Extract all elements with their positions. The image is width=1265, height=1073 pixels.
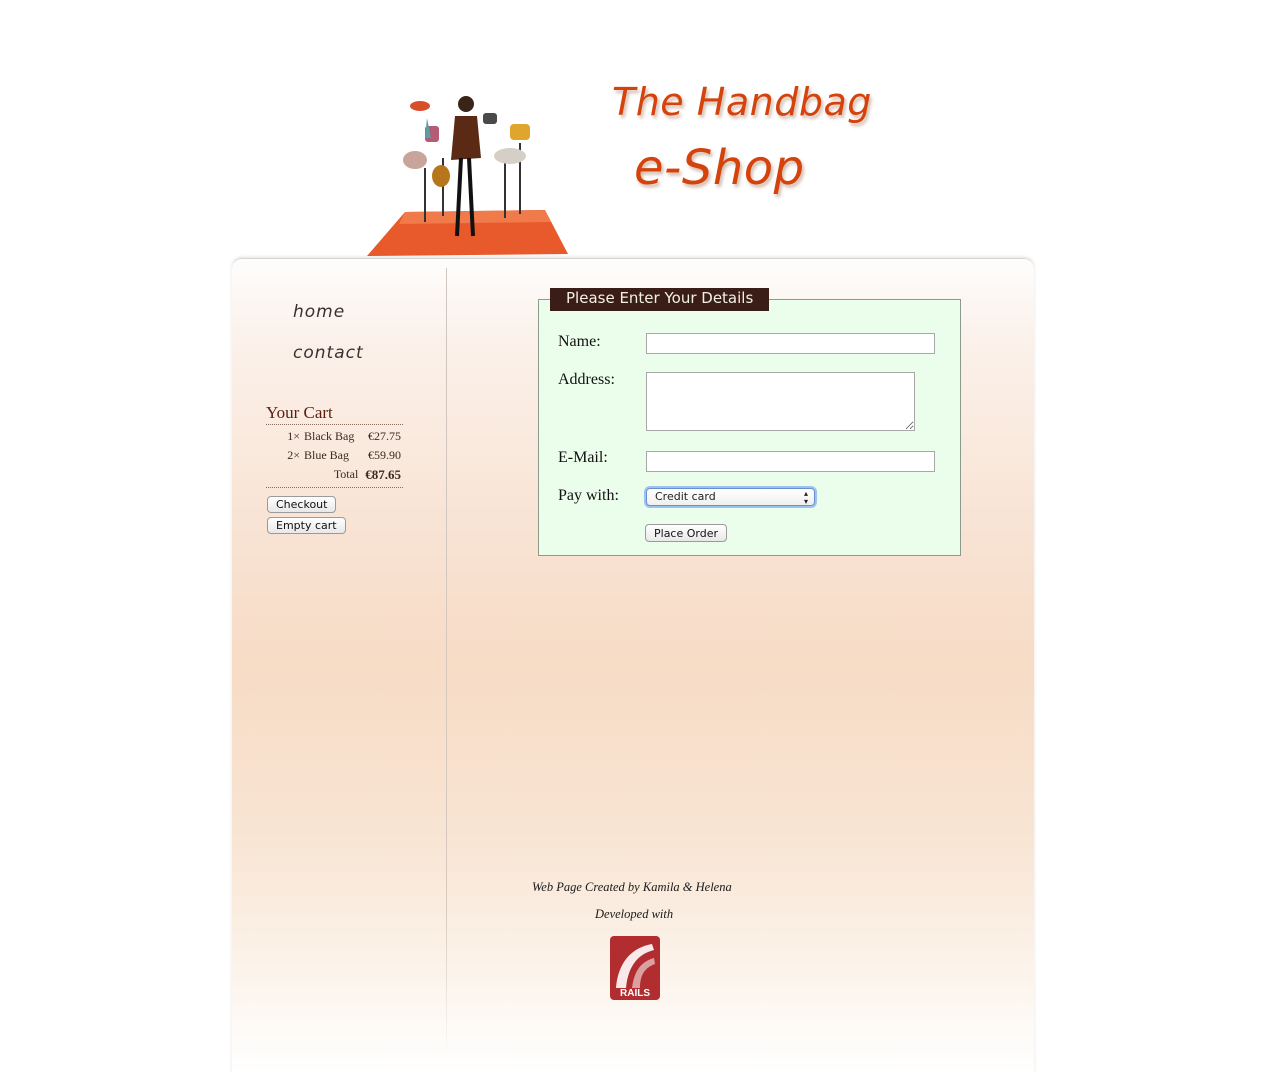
handbag-shop-illustration <box>367 96 568 256</box>
shop-title-line-1: The Handbag <box>612 80 872 124</box>
address-label: Address: <box>558 371 615 388</box>
cart-item-price: €59.90 <box>368 448 401 462</box>
footer-credit: Web Page Created by Kamila & Helena <box>532 880 732 894</box>
cart-bottom-rule <box>266 484 403 488</box>
empty-cart-button[interactable]: Empty cart <box>267 517 346 534</box>
cart-item-name: Blue Bag <box>304 448 349 462</box>
checkout-button[interactable]: Checkout <box>267 496 337 513</box>
rails-logo-text: RAILS <box>620 988 650 999</box>
cart-table: 1× Black Bag €27.75 2× Blue Bag €59.90 T… <box>266 427 403 484</box>
nav-contact-link[interactable]: contact <box>293 343 364 363</box>
email-input[interactable] <box>646 451 935 472</box>
name-label: Name: <box>558 333 601 350</box>
address-textarea[interactable] <box>646 372 915 431</box>
cart-widget: Your Cart 1× Black Bag €27.75 2× Blue Ba… <box>266 403 403 488</box>
select-arrows-icon: ▴ ▾ <box>803 489 808 506</box>
name-input[interactable] <box>646 333 935 354</box>
cart-item-qty: 2× <box>287 448 300 462</box>
cart-total-label: Total <box>333 467 359 481</box>
cart-row: 1× Black Bag €27.75 <box>266 427 403 446</box>
form-legend: Please Enter Your Details <box>550 288 770 311</box>
sidebar-divider <box>446 268 447 1058</box>
shop-title-line-2: e-Shop <box>634 140 805 196</box>
cart-total-value: €87.65 <box>365 466 401 482</box>
pay-with-label: Pay with: <box>558 487 619 504</box>
place-order-button[interactable]: Place Order <box>645 524 728 542</box>
cart-item-name: Black Bag <box>304 429 355 443</box>
cart-row: 2× Blue Bag €59.90 <box>266 446 403 465</box>
footer-developed-with: Developed with <box>595 907 674 921</box>
pay-type-selected: Credit card <box>655 490 716 503</box>
nav-home-link[interactable]: home <box>293 302 345 322</box>
pay-type-select[interactable]: Credit card ▴ ▾ <box>646 488 815 506</box>
cart-item-price: €27.75 <box>368 429 401 443</box>
email-label: E-Mail: <box>558 449 608 466</box>
cart-total-row: Total €87.65 <box>266 465 403 484</box>
cart-title: Your Cart <box>266 403 403 425</box>
rails-logo-icon[interactable]: RAILS <box>610 936 660 1000</box>
cart-item-qty: 1× <box>287 429 300 443</box>
header-banner: The Handbag e-Shop <box>0 0 1265 260</box>
